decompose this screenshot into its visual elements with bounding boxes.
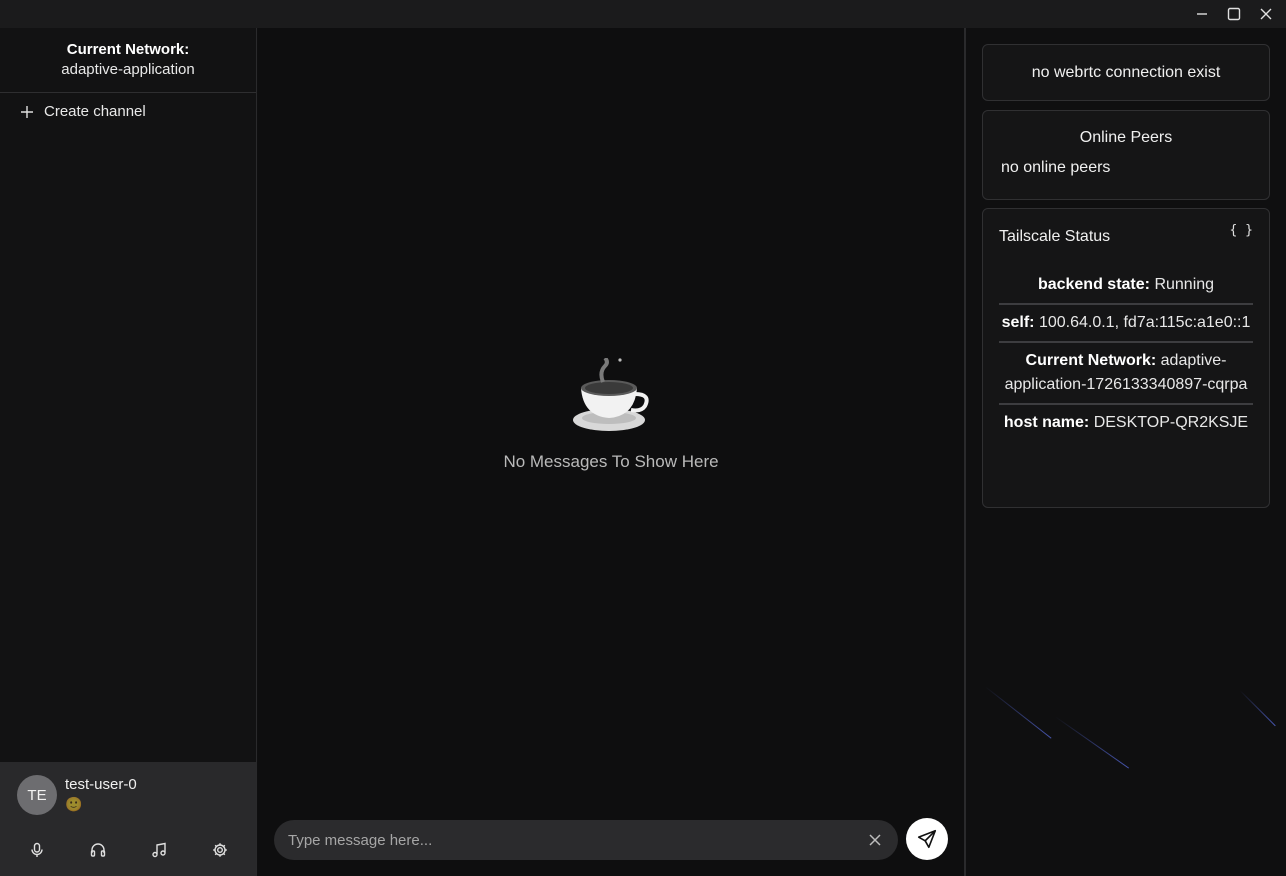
tailscale-status-card: Tailscale Status { } backend state: Runn…: [982, 208, 1270, 508]
empty-state-text: No Messages To Show Here: [503, 452, 719, 471]
user-controls: [0, 832, 256, 868]
row-value: DESKTOP-QR2KSJE: [1093, 414, 1249, 431]
create-channel-button[interactable]: Create channel: [0, 93, 256, 130]
minimize-button[interactable]: [1186, 0, 1218, 28]
title-bar: [0, 0, 1286, 28]
status-emoji[interactable]: 🙂: [65, 796, 82, 813]
minimize-icon: [1197, 13, 1207, 15]
tailscale-status-list: backend state: Running self: 100.64.0.1,…: [999, 267, 1253, 441]
avatar[interactable]: TE: [17, 775, 57, 815]
host-name-row: host name: DESKTOP-QR2KSJE: [999, 405, 1253, 441]
current-network-label: Current Network:: [66, 41, 190, 58]
sidebar: Current Network: adaptive-application Cr…: [0, 28, 257, 876]
maximize-button[interactable]: [1218, 0, 1250, 28]
status-panel: no webrtc connection exist Online Peers …: [966, 28, 1286, 876]
username: test-user-0: [65, 776, 137, 793]
close-icon: [1260, 8, 1272, 20]
send-button[interactable]: [906, 818, 948, 860]
close-window-button[interactable]: [1250, 0, 1282, 28]
row-value: Running: [1154, 276, 1215, 293]
chat-area: No Messages To Show Here: [258, 28, 964, 876]
current-network-header: Current Network: adaptive-application: [0, 28, 256, 93]
online-peers-empty: no online peers: [1001, 159, 1111, 176]
maximize-icon: [1227, 7, 1241, 21]
online-peers-title: Online Peers: [1079, 129, 1173, 146]
send-icon: [917, 829, 937, 849]
headphones-icon: [90, 843, 105, 857]
user-panel: TE test-user-0 🙂: [0, 762, 256, 876]
webrtc-status-text: no webrtc connection exist: [1031, 63, 1221, 81]
current-network-value: adaptive-application: [61, 61, 195, 78]
row-label: Current Network:: [1025, 352, 1157, 369]
online-peers-card: Online Peers no online peers: [982, 110, 1270, 200]
microphone-icon: [30, 842, 43, 857]
row-label: backend state:: [1037, 276, 1150, 293]
row-label: host name:: [1003, 414, 1090, 431]
clear-input-button[interactable]: [866, 831, 884, 849]
headphones-button[interactable]: [83, 835, 113, 865]
self-address-row: self: 100.64.0.1, fd7a:115c:a1e0::1: [999, 305, 1253, 343]
message-input[interactable]: [288, 831, 866, 849]
json-toggle-button[interactable]: { }: [1230, 223, 1253, 238]
row-value: 100.64.0.1, fd7a:115c:a1e0::1: [1038, 314, 1251, 331]
current-network-row: Current Network: adaptive-application-17…: [999, 343, 1253, 405]
close-icon: [869, 834, 881, 846]
message-composer: [274, 820, 898, 860]
music-icon: [151, 842, 166, 858]
settings-icon: [212, 843, 227, 857]
create-channel-label: Create channel: [44, 103, 146, 120]
backend-state-row: backend state: Running: [999, 267, 1253, 305]
empty-state: No Messages To Show Here: [258, 358, 964, 472]
music-button[interactable]: [144, 835, 174, 865]
settings-button[interactable]: [205, 835, 235, 865]
tailscale-status-title: Tailscale Status: [999, 228, 1111, 245]
plus-icon: [21, 105, 33, 118]
coffee-cup-icon: [573, 358, 649, 431]
webrtc-status-card: no webrtc connection exist: [982, 44, 1270, 101]
row-label: self:: [1001, 314, 1035, 331]
microphone-button[interactable]: [22, 835, 52, 865]
